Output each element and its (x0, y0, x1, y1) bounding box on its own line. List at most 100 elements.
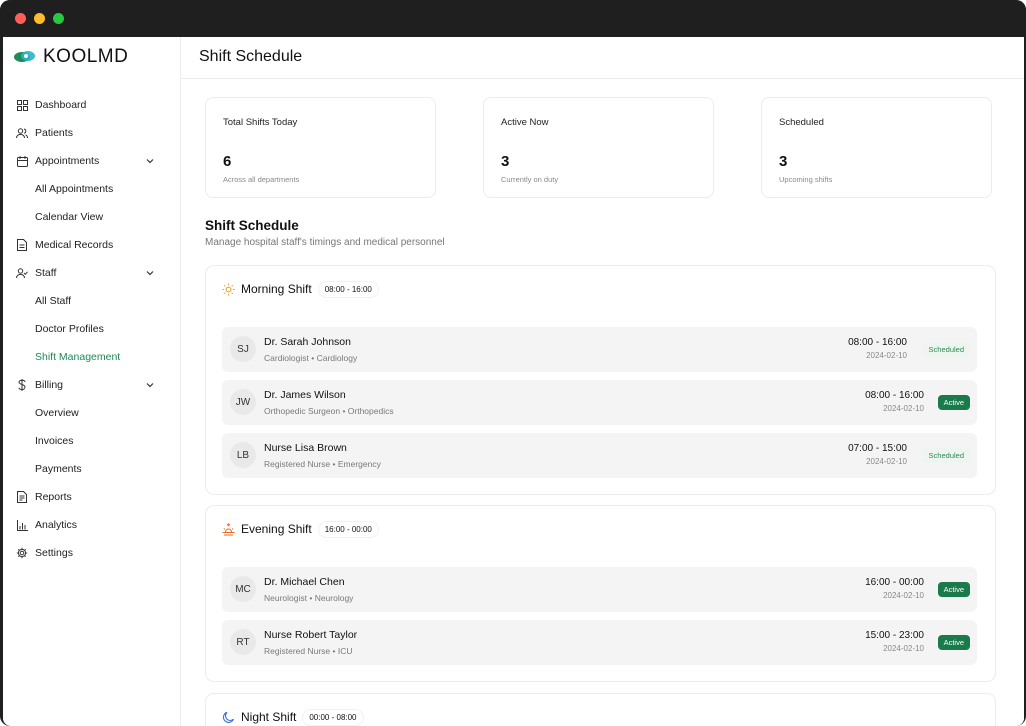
window-titlebar (0, 0, 1026, 36)
dollar-icon (16, 379, 28, 391)
sidebar-item-staff[interactable]: Staff (3, 259, 181, 287)
section-subtitle: Manage hospital staff's timings and medi… (205, 237, 445, 248)
browser-frame: KOOLMD Dashboard Patients Appointments A… (0, 0, 1026, 726)
report-icon (16, 491, 28, 503)
shift-time: 08:00 - 16:00 2024-02-10 (848, 337, 907, 360)
sidebar-item-reports[interactable]: Reports (3, 483, 181, 511)
shift-time: 16:00 - 00:00 2024-02-10 (865, 577, 924, 600)
shift-group-night: Night Shift 00:00 - 08:00 (205, 693, 996, 726)
chevron-down-icon[interactable] (145, 380, 155, 390)
shift-hours: 08:00 - 16:00 (848, 337, 907, 348)
close-window-button[interactable] (15, 13, 26, 24)
sidebar-item-label: Appointments (35, 155, 100, 167)
staff-row[interactable]: RT Nurse Robert Taylor Registered Nurse … (222, 620, 977, 665)
maximize-window-button[interactable] (53, 13, 64, 24)
sidebar-subitem-overview[interactable]: Overview (3, 399, 181, 427)
chevron-down-icon[interactable] (145, 156, 155, 166)
bar-chart-icon (16, 519, 28, 531)
sun-icon (222, 283, 235, 296)
stat-subtext: Currently on duty (501, 175, 559, 184)
stat-card-scheduled: Scheduled 3 Upcoming shifts (761, 97, 992, 198)
shift-time-range: 16:00 - 00:00 (318, 521, 378, 537)
stat-value: 3 (779, 153, 788, 170)
shift-time-range: 08:00 - 16:00 (318, 281, 378, 297)
staff-role: Registered Nurse • Emergency (264, 459, 381, 469)
page-title: Shift Schedule (199, 48, 303, 65)
sidebar-subitem-all-appointments[interactable]: All Appointments (3, 175, 181, 203)
staff-name: Nurse Robert Taylor (264, 629, 358, 641)
stat-subtext: Across all departments (223, 175, 300, 184)
avatar: MC (230, 576, 256, 602)
sidebar-subitem-all-staff[interactable]: All Staff (3, 287, 181, 315)
shift-hours: 16:00 - 00:00 (865, 577, 924, 588)
status-badge: Scheduled (922, 448, 970, 463)
brand-logo[interactable]: KOOLMD (13, 45, 128, 69)
shift-name: Night Shift (241, 710, 297, 724)
section-title: Shift Schedule (205, 218, 299, 233)
shift-group-evening: Evening Shift 16:00 - 00:00 MC Dr. Micha… (205, 505, 996, 682)
shift-date: 2024-02-10 (883, 591, 924, 600)
sidebar-item-label: Staff (35, 267, 57, 279)
sidebar-item-billing[interactable]: Billing (3, 371, 181, 399)
shift-name: Morning Shift (241, 282, 312, 296)
file-icon (16, 239, 28, 251)
shift-hours: 15:00 - 23:00 (865, 630, 924, 641)
staff-row[interactable]: LB Nurse Lisa Brown Registered Nurse • E… (222, 433, 977, 478)
shift-time-range: 00:00 - 08:00 (303, 709, 363, 725)
minimize-window-button[interactable] (34, 13, 45, 24)
shift-hours: 08:00 - 16:00 (865, 390, 924, 401)
calendar-icon (16, 155, 28, 167)
shift-date: 2024-02-10 (883, 644, 924, 653)
status-badge: Scheduled (922, 342, 970, 357)
staff-role: Orthopedic Surgeon • Orthopedics (264, 406, 394, 416)
shift-date: 2024-02-10 (866, 351, 907, 360)
sunset-icon (222, 522, 235, 536)
sidebar-item-label: Reports (35, 491, 72, 503)
staff-row[interactable]: SJ Dr. Sarah Johnson Cardiologist • Card… (222, 327, 977, 372)
sidebar-subitem-invoices[interactable]: Invoices (3, 427, 181, 455)
stat-subtext: Upcoming shifts (779, 175, 833, 184)
gear-icon (16, 547, 28, 559)
shift-name: Evening Shift (241, 522, 312, 536)
moon-icon (222, 711, 235, 724)
sidebar-subitem-shift-management[interactable]: Shift Management (3, 343, 181, 371)
sidebar-item-patients[interactable]: Patients (3, 119, 181, 147)
shift-time: 08:00 - 16:00 2024-02-10 (865, 390, 924, 413)
sidebar-subitem-calendar-view[interactable]: Calendar View (3, 203, 181, 231)
sidebar-item-label: Medical Records (35, 239, 114, 251)
shift-header: Morning Shift 08:00 - 16:00 (222, 280, 378, 298)
staff-row[interactable]: MC Dr. Michael Chen Neurologist • Neurol… (222, 567, 977, 612)
shift-hours: 07:00 - 15:00 (848, 443, 907, 454)
sidebar-item-medical-records[interactable]: Medical Records (3, 231, 181, 259)
staff-name: Nurse Lisa Brown (264, 442, 347, 454)
sidebar-nav: Dashboard Patients Appointments All Appo… (3, 91, 181, 567)
sidebar-item-settings[interactable]: Settings (3, 539, 181, 567)
sidebar-item-dashboard[interactable]: Dashboard (3, 91, 181, 119)
avatar: SJ (230, 336, 256, 362)
stat-value: 6 (223, 153, 232, 170)
main-area: Shift Schedule Total Shifts Today 6 Acro… (181, 37, 1024, 726)
top-bar: Shift Schedule (181, 37, 1024, 79)
status-badge: Active (937, 395, 970, 410)
users-icon (16, 127, 28, 139)
grid-icon (16, 99, 28, 111)
sidebar-item-analytics[interactable]: Analytics (3, 511, 181, 539)
sidebar-subitem-doctor-profiles[interactable]: Doctor Profiles (3, 315, 181, 343)
stat-card-active-now: Active Now 3 Currently on duty (483, 97, 714, 198)
shift-header: Evening Shift 16:00 - 00:00 (222, 520, 378, 538)
user-check-icon (16, 267, 28, 279)
stat-label: Scheduled (779, 117, 824, 128)
avatar: LB (230, 442, 256, 468)
staff-role: Registered Nurse • ICU (264, 646, 353, 656)
stat-value: 3 (501, 153, 510, 170)
stat-label: Total Shifts Today (223, 117, 298, 128)
stat-card-total-shifts: Total Shifts Today 6 Across all departme… (205, 97, 436, 198)
status-badge: Active (937, 635, 970, 650)
shift-time: 15:00 - 23:00 2024-02-10 (865, 630, 924, 653)
sidebar-item-appointments[interactable]: Appointments (3, 147, 181, 175)
chevron-down-icon[interactable] (145, 268, 155, 278)
staff-row[interactable]: JW Dr. James Wilson Orthopedic Surgeon •… (222, 380, 977, 425)
sidebar-subitem-payments[interactable]: Payments (3, 455, 181, 483)
sidebar-item-label: Settings (35, 547, 73, 559)
content: Total Shifts Today 6 Across all departme… (181, 79, 1024, 726)
